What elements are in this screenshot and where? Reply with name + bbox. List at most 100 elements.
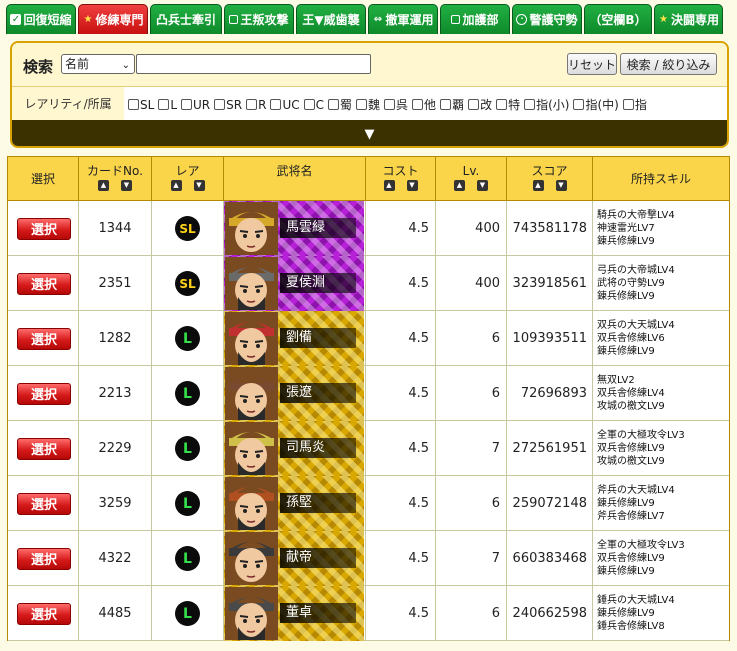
checkbox-shi[interactable]: 指 bbox=[622, 96, 647, 113]
checkbox-ha[interactable]: 覇 bbox=[440, 96, 464, 113]
rarity-cell: SL bbox=[152, 256, 224, 311]
select-button[interactable]: 選択 bbox=[17, 272, 71, 295]
checkbox-box[interactable] bbox=[384, 99, 396, 110]
cost-value: 4.5 bbox=[408, 331, 429, 346]
card-table: 選択 カードNo. ▲ ▼ レア ▲ ▼ 武将名 コスト ▲ ▼ Lv. ▲ ▼ スコア… bbox=[7, 156, 730, 641]
checkbox-box[interactable] bbox=[328, 99, 339, 110]
tab-blank-b[interactable]: （空欄B） bbox=[584, 4, 652, 34]
skill-list: 双兵の大天城LV4 双兵舎修練LV6 錬兵修練LV9 bbox=[593, 319, 675, 358]
checkbox-box[interactable] bbox=[622, 99, 634, 110]
tab-king-raid[interactable]: 王▼威歯襲 bbox=[296, 4, 366, 34]
checkbox-other[interactable]: 他 bbox=[412, 96, 436, 113]
general-banner: 馬雲緑 bbox=[224, 201, 364, 256]
checkbox-box[interactable] bbox=[573, 99, 585, 110]
tab-protection[interactable]: 加護部 bbox=[440, 4, 510, 34]
search-filter-button[interactable]: 検索 / 絞り込み bbox=[620, 53, 717, 75]
checkbox-ur[interactable]: UR bbox=[181, 96, 210, 113]
checkbox-box[interactable] bbox=[181, 99, 192, 110]
reset-button[interactable]: リセット bbox=[567, 53, 617, 75]
checkbox-box[interactable] bbox=[214, 99, 226, 110]
expand-toggle-bar[interactable]: ▼ bbox=[12, 120, 727, 146]
checkbox-box[interactable] bbox=[246, 99, 258, 110]
score-cell: 660383468 bbox=[507, 531, 593, 586]
checkbox-toku[interactable]: 特 bbox=[496, 96, 520, 113]
level-value: 6 bbox=[491, 606, 500, 621]
checkbox-shu[interactable]: 蜀 bbox=[328, 96, 352, 113]
checkbox-wu[interactable]: 呉 bbox=[384, 96, 408, 113]
sort-asc-icon[interactable]: ▲ bbox=[532, 180, 544, 191]
tab-soldier-pull[interactable]: 凸兵士牽引 bbox=[150, 4, 222, 34]
tab-recovery-shorten[interactable]: ✓ 回復短縮 bbox=[6, 4, 76, 34]
tab-retreat-operation[interactable]: ⇔ 撤軍運用 bbox=[368, 4, 438, 34]
select-button[interactable]: 選択 bbox=[17, 547, 71, 570]
checkbox-label: 指(小) bbox=[536, 98, 570, 112]
select-button[interactable]: 選択 bbox=[17, 437, 71, 460]
tab-training-special[interactable]: ★ 修練専門 bbox=[78, 4, 148, 34]
sort-desc-icon[interactable]: ▼ bbox=[477, 180, 488, 191]
checkbox-label: UC bbox=[282, 97, 300, 112]
checkbox-r[interactable]: R bbox=[246, 96, 266, 113]
search-field-select[interactable]: 名前 ⌄ bbox=[61, 54, 135, 74]
checkbox-shi-medium[interactable]: 指(中) bbox=[573, 96, 619, 113]
select-button[interactable]: 選択 bbox=[17, 492, 71, 515]
checkbox-shi-small[interactable]: 指(小) bbox=[524, 96, 569, 113]
checkbox-label: 指 bbox=[634, 98, 647, 112]
sort-asc-icon[interactable]: ▲ bbox=[170, 180, 182, 191]
checkbox-sl[interactable]: SL bbox=[128, 96, 154, 113]
skill-item: 錘兵の大天城LV4 bbox=[597, 595, 675, 606]
sort-desc-icon[interactable]: ▼ bbox=[121, 180, 132, 191]
cost-cell: 4.5 bbox=[366, 586, 436, 641]
level-cell: 7 bbox=[436, 421, 507, 476]
cost-cell: 4.5 bbox=[366, 476, 436, 531]
sort-desc-icon[interactable]: ▼ bbox=[555, 180, 567, 191]
checkbox-box[interactable] bbox=[303, 99, 315, 110]
score-cell: 72696893 bbox=[507, 366, 593, 421]
skill-item: 騎兵の大帝撃LV4 bbox=[597, 210, 675, 221]
cost-value: 4.5 bbox=[408, 221, 429, 236]
general-cell: 劉備 bbox=[224, 311, 366, 366]
checkbox-box[interactable] bbox=[412, 99, 424, 110]
checkbox-box[interactable] bbox=[356, 99, 368, 110]
sort-asc-icon[interactable]: ▲ bbox=[98, 180, 109, 191]
skill-item: 双兵舎修練LV4 bbox=[597, 388, 665, 399]
search-input[interactable] bbox=[136, 54, 371, 74]
tab-duel-special[interactable]: ★ 決闘専用 bbox=[654, 4, 723, 34]
sort-desc-icon[interactable]: ▼ bbox=[193, 180, 205, 191]
select-button[interactable]: 選択 bbox=[17, 327, 71, 350]
skill-list: 斧兵の大天城LV4 錬兵修練LV9 斧兵舎修練LV7 bbox=[593, 484, 675, 523]
tab-guard-defense[interactable]: · 警護守勢 bbox=[512, 4, 582, 34]
card-number: 3259 bbox=[98, 496, 132, 511]
checkbox-sr[interactable]: SR bbox=[214, 96, 242, 113]
card-no-cell: 4322 bbox=[79, 531, 152, 586]
checkbox-box[interactable] bbox=[468, 99, 480, 110]
select-cell: 選択 bbox=[8, 366, 79, 421]
rarity-badge: L bbox=[175, 601, 200, 626]
general-portrait bbox=[225, 367, 278, 420]
checkbox-c[interactable]: C bbox=[303, 96, 324, 113]
general-banner: 夏侯淵 bbox=[224, 256, 364, 311]
checkbox-box[interactable] bbox=[270, 99, 282, 110]
select-button[interactable]: 選択 bbox=[17, 602, 71, 625]
checkbox-box[interactable] bbox=[158, 99, 170, 110]
sort-asc-icon[interactable]: ▲ bbox=[383, 180, 395, 191]
select-button[interactable]: 選択 bbox=[17, 382, 71, 405]
checkbox-kai[interactable]: 改 bbox=[468, 96, 492, 113]
checkbox-box[interactable] bbox=[496, 99, 508, 110]
general-name: 馬雲緑 bbox=[280, 218, 356, 238]
checkbox-box[interactable] bbox=[524, 99, 536, 110]
sort-asc-icon[interactable]: ▲ bbox=[454, 180, 465, 191]
sort-desc-icon[interactable]: ▼ bbox=[406, 180, 418, 191]
header-cost: コスト ▲ ▼ bbox=[366, 157, 436, 201]
table-row: 選択 2351 SL 夏侯淵 4.5 400 323918561 弓兵の大帝城L… bbox=[8, 256, 729, 311]
checkbox-box[interactable] bbox=[440, 99, 452, 110]
select-cell: 選択 bbox=[8, 256, 79, 311]
skill-item: 双兵舎修練LV9 bbox=[597, 443, 665, 454]
checkbox-uc[interactable]: UC bbox=[270, 96, 300, 113]
tab-king-attack[interactable]: 王叛攻撃 bbox=[224, 4, 294, 34]
checkbox-wei[interactable]: 魏 bbox=[356, 96, 380, 113]
select-button[interactable]: 選択 bbox=[17, 217, 71, 240]
score-cell: 323918561 bbox=[507, 256, 593, 311]
checkbox-l[interactable]: L bbox=[158, 96, 177, 113]
skills-cell: 全軍の大極攻令LV3 双兵舎修練LV9 攻城の檄文LV9 bbox=[593, 421, 729, 476]
checkbox-box[interactable] bbox=[128, 99, 139, 110]
